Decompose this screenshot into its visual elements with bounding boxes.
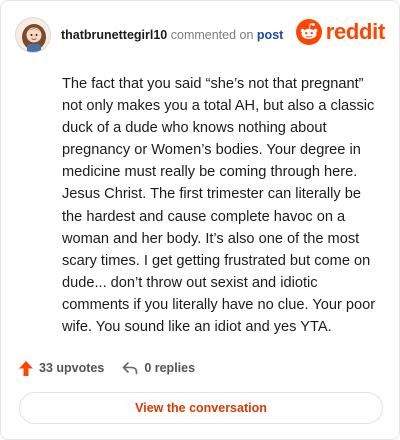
- avatar-icon: [22, 24, 46, 52]
- comment-footer: 33 upvotes 0 replies: [19, 357, 195, 379]
- comment-meta: thatbrunettegirl10 commented on post: [61, 27, 283, 43]
- avatar[interactable]: [15, 17, 51, 53]
- replies-stat[interactable]: 0 replies: [122, 361, 195, 375]
- reddit-wordmark: reddit: [325, 19, 386, 44]
- replies-count: 0 replies: [144, 361, 196, 375]
- comment-body: The fact that you said “she’s not that p…: [62, 76, 376, 336]
- commented-on-label: commented on: [170, 28, 254, 42]
- username-link[interactable]: thatbrunettegirl10: [61, 28, 167, 42]
- reply-arrow-icon: [123, 362, 138, 375]
- upvote-arrow-icon: [19, 360, 33, 376]
- upvotes-stat[interactable]: 33 upvotes: [19, 360, 105, 376]
- post-link[interactable]: post: [257, 28, 283, 42]
- reddit-logo[interactable]: reddit: [295, 19, 386, 45]
- view-conversation-button[interactable]: View the conversation: [19, 392, 383, 424]
- comment-card: thatbrunettegirl10 commented on post red…: [0, 0, 400, 440]
- view-conversation-label: View the conversation: [135, 401, 267, 415]
- comment-header: thatbrunettegirl10 commented on post red…: [15, 13, 385, 57]
- upvotes-count: 33 upvotes: [39, 361, 105, 375]
- reddit-snoo-icon: [295, 19, 322, 45]
